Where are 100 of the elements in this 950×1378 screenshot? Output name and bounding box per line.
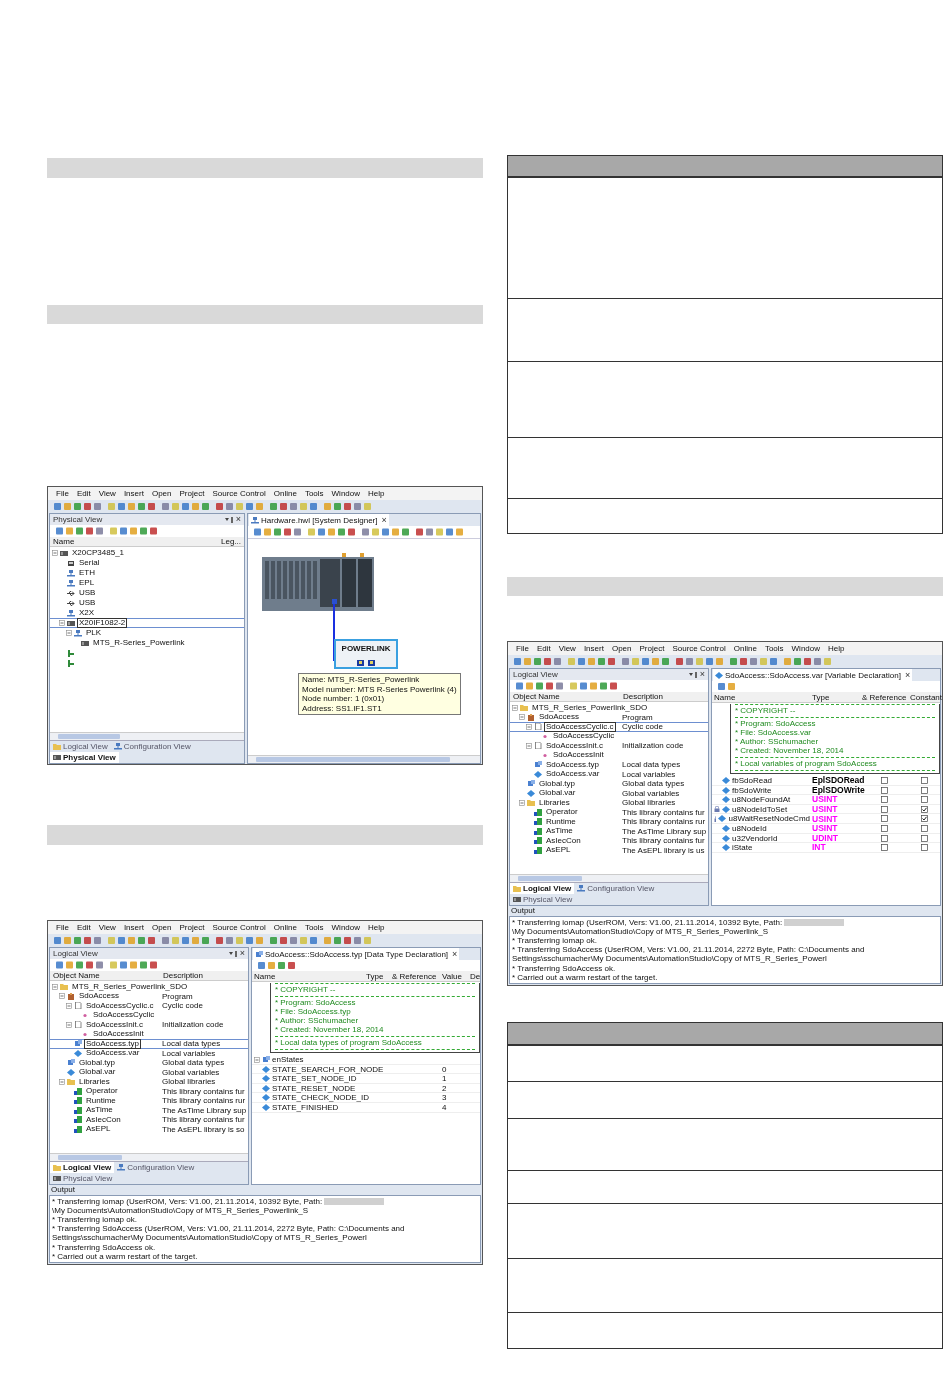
tree-row[interactable]: EPL [50,578,244,588]
collapse-icon[interactable] [66,1002,72,1009]
tree-row[interactable]: AsIecCon This library contains fur [510,836,708,846]
tree-row[interactable]: SdoAccess.var Local variables [510,769,708,779]
menu-item[interactable]: Open [151,489,172,498]
checkbox[interactable] [880,815,888,823]
close-button[interactable]: × [239,949,245,958]
checkbox[interactable] [920,834,928,842]
tree-row[interactable]: AsIecCon This library contains fur [50,1115,248,1125]
tree-row[interactable]: Operator This library contains fur [50,1086,248,1096]
tree-row[interactable]: SdoAccessInit.c Initialization code [510,741,708,751]
tree-row[interactable]: USB [50,588,244,598]
menu-item[interactable]: View [98,923,116,932]
tree-row[interactable]: SdoAccessInit [50,1029,248,1039]
collapse-icon[interactable] [254,1056,260,1063]
tree-row[interactable]: X20CP3485_1 [50,548,244,558]
menu-item[interactable]: Edit [76,489,91,498]
scrollbar[interactable] [248,755,480,763]
menu-item[interactable]: Project [179,489,205,498]
tree-row[interactable]: Runtime This library contains rur [50,1096,248,1106]
tree-row[interactable]: MTS_R_Series_Powerlink_SDO [510,703,708,713]
menu-item[interactable]: Help [368,489,385,498]
pin-icon[interactable] [227,950,238,957]
close-button[interactable]: × [235,515,241,524]
collapse-icon[interactable] [52,983,58,990]
view-tab[interactable]: Logical View [50,1161,115,1173]
menu-item[interactable]: View [558,644,576,653]
tree-row[interactable]: SdoAccess.var Local variables [50,1048,248,1058]
menu-item[interactable]: Project [179,923,205,932]
menu-item[interactable]: Window [331,489,360,498]
tree-row[interactable]: AsEPL The AsEPL library is so [50,1124,248,1134]
checkbox[interactable] [880,796,888,804]
checkbox[interactable] [920,824,928,832]
tree-row[interactable]: X2X [50,608,244,618]
editor-tab[interactable]: SdoAccess::SdoAccess.typ [Data Type Declaration] × [253,948,460,960]
menu-item[interactable]: Help [828,644,845,653]
collapse-icon[interactable] [59,620,65,626]
menu-item[interactable]: Source Control [672,644,726,653]
checkbox[interactable] [920,805,928,813]
view-tab[interactable]: Physical View [510,893,576,905]
checkbox[interactable] [880,805,888,813]
tree-row[interactable]: Libraries Global libraries [50,1077,248,1087]
tree-row[interactable]: PLK [50,628,244,638]
tree-row[interactable]: Serial [50,558,244,568]
menu-item[interactable]: Online [273,489,297,498]
tree-row[interactable]: AsTime The AsTime Library sup [510,826,708,836]
tree-row[interactable]: Global.typ Global data types [50,1058,248,1068]
tree-row[interactable]: SdoAccessCyclic.c Cyclic code [50,1001,248,1011]
close-button[interactable]: × [452,949,458,959]
close-button[interactable]: × [699,670,705,679]
checkbox[interactable] [880,777,888,784]
tree-row[interactable]: MTS_R_Series_Powerlink_SDO [50,982,248,992]
menu-item[interactable]: Edit [536,644,551,653]
menu-item[interactable]: Source Control [212,923,266,932]
tree-row[interactable]: Operator This library contains fur [510,807,708,817]
tree-row[interactable]: SdoAccess.typ Local data types [510,760,708,770]
tree-row[interactable]: X20IF1082-2 [50,618,244,628]
menu-item[interactable]: File [56,489,69,498]
checkbox[interactable] [920,796,928,804]
menu-item[interactable]: View [98,489,116,498]
pin-icon[interactable] [687,671,698,678]
tree-row[interactable]: SdoAccess Program [50,991,248,1001]
menu-item[interactable]: Insert [583,644,604,653]
menu-item[interactable]: Window [331,923,360,932]
view-tab[interactable]: Configuration View [574,882,658,894]
collapse-icon[interactable] [52,550,58,556]
tree-row[interactable]: SdoAccess Program [510,712,708,722]
view-tab[interactable]: Configuration View [114,1161,198,1173]
menu-item[interactable]: File [56,923,69,932]
view-tab[interactable]: Configuration View [110,741,194,752]
checkbox[interactable] [920,777,928,784]
view-tab[interactable]: Logical View [50,741,111,752]
collapse-icon[interactable] [66,1021,72,1028]
tree-row[interactable]: Global.var Global variables [50,1067,248,1077]
close-button[interactable]: × [904,670,911,680]
close-button[interactable]: × [381,515,387,525]
tree-row[interactable]: SdoAccess.typ Local data types [50,1039,248,1049]
menu-item[interactable]: Insert [123,923,144,932]
collapse-icon[interactable] [519,799,525,806]
tree-row[interactable]: ETH [50,568,244,578]
checkbox[interactable] [880,844,888,852]
checkbox[interactable] [920,786,928,794]
collapse-icon[interactable] [519,714,525,721]
checkbox[interactable] [920,844,928,852]
collapse-icon[interactable] [512,704,518,711]
tree-row[interactable]: SdoAccessInit.c Initialization code [50,1020,248,1030]
tree-row[interactable]: Global.typ Global data types [510,779,708,789]
checkbox[interactable] [880,786,888,794]
collapse-icon[interactable] [526,723,532,730]
tree-row[interactable]: Libraries Global libraries [510,798,708,808]
view-tab[interactable]: Physical View [50,752,119,763]
menu-item[interactable]: Window [791,644,820,653]
menu-item[interactable]: Tools [304,489,324,498]
checkbox[interactable] [920,815,928,823]
tree-row[interactable]: AsTime The AsTime Library sup [50,1105,248,1115]
menu-item[interactable]: File [516,644,529,653]
tree-row[interactable]: Global.var Global variables [510,788,708,798]
menu-item[interactable]: Help [368,923,385,932]
collapse-icon[interactable] [526,742,532,749]
tree-row[interactable]: SdoAccessInit [510,750,708,760]
